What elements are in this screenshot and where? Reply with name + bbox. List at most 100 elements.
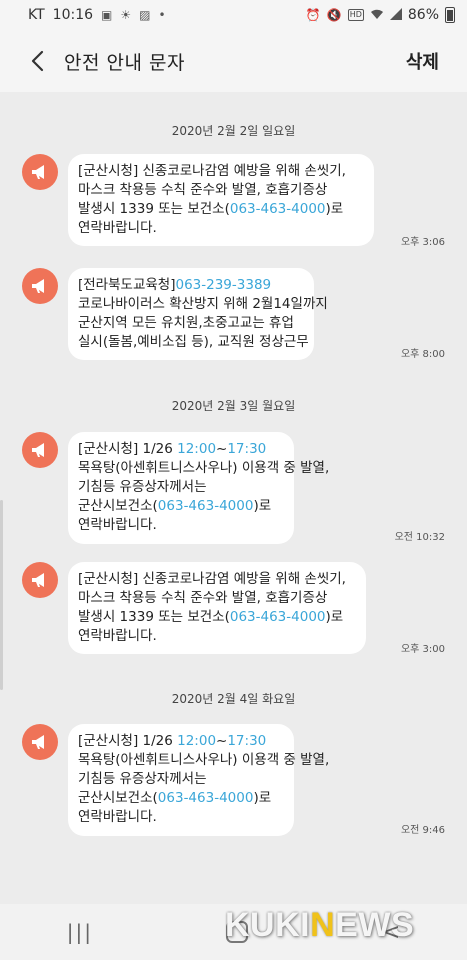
- recent-apps-icon[interactable]: |||: [67, 920, 93, 944]
- message-text: 연락바랍니다.: [78, 220, 157, 236]
- message-line: 실시(돌봄,예비소집 등), 교직원 정상근무: [78, 333, 309, 352]
- message-line: 목욕탕(아센휘트니스사우나) 이용객 중 발열,: [78, 751, 329, 770]
- message-text: )로: [253, 498, 272, 514]
- message-link[interactable]: 063-239-3389: [175, 277, 271, 293]
- chevron-left-icon: [31, 50, 44, 72]
- message-text: 실시(돌봄,예비소집 등), 교직원 정상근무: [78, 334, 309, 350]
- message-line: 연락바랍니다.: [78, 516, 284, 535]
- megaphone-icon: [22, 724, 58, 760]
- message-text: 연락바랍니다.: [78, 809, 157, 825]
- message-text: 군산시보건소(: [78, 498, 158, 514]
- message-bubble[interactable]: [군산시청] 신종코로나감염 예방을 위해 손씻기, 마스크 착용등 수칙 준수와…: [68, 154, 374, 246]
- message-timestamp: 오전 9:46: [400, 825, 445, 836]
- message-text: 코로나바이러스 확산방지 위해 2월14일까지: [78, 296, 328, 312]
- message-timestamp: 오전 10:32: [394, 532, 445, 543]
- message-link[interactable]: 12:00: [177, 733, 216, 749]
- message-line: [군산시청] 신종코로나감염 예방을 위해 손씻기,: [78, 162, 364, 181]
- message-text: [군산시청] 신종코로나감염 예방을 위해 손씻기,: [78, 571, 346, 587]
- message-text: 연락바랍니다.: [78, 517, 157, 533]
- message-link[interactable]: 17:30: [227, 733, 266, 749]
- delete-button[interactable]: 삭제: [406, 48, 439, 74]
- message-line: [군산시청] 1/26 12:00~17:30: [78, 440, 284, 459]
- message-line: 기침등 유증상자께서는: [78, 770, 284, 789]
- megaphone-icon: [22, 154, 58, 190]
- message-link[interactable]: 063-463-4000: [230, 201, 326, 217]
- message-line: 기침등 유증상자께서는: [78, 478, 284, 497]
- date-separator: 2020년 2월 3일 월요일: [171, 399, 296, 413]
- message-line: 목욕탕(아센휘트니스사우나) 이용객 중 발열,: [78, 459, 329, 478]
- message-timestamp: 오후 3:06: [400, 237, 445, 248]
- message-link[interactable]: 12:00: [177, 441, 216, 457]
- message-text: [전라북도교육청]: [78, 277, 176, 293]
- back-button[interactable]: [12, 30, 64, 92]
- message-line: 군산시보건소(063-463-4000)로: [78, 789, 284, 808]
- message-text: 마스크 착용등 수칙 준수와 발열, 호흡기증상: [78, 590, 328, 606]
- message-line: 마스크 착용등 수칙 준수와 발열, 호흡기증상: [78, 181, 364, 200]
- message-line: 연락바랍니다.: [78, 808, 284, 827]
- notification-icon: ▣: [101, 8, 113, 22]
- message-line: 코로나바이러스 확산방지 위해 2월14일까지: [78, 295, 328, 314]
- message-timestamp: 오후 8:00: [400, 349, 445, 360]
- status-bar: KT 10:16 ▣ ☀ ▨ • ⏰ 🔇 HD 86%: [0, 0, 467, 30]
- clock: 10:16: [52, 7, 94, 23]
- message-list[interactable]: 2020년 2월 2일 일요일 [군산시청] 신종코로나감염 예방을 위해 손씻기…: [0, 92, 467, 904]
- message-text: ~: [216, 441, 228, 457]
- message-item[interactable]: [전라북도교육청]063-239-3389 코로나바이러스 확산방지 위해 2월1…: [0, 268, 467, 360]
- alarm-icon: ⏰: [305, 8, 321, 22]
- message-line: 연락바랍니다.: [78, 219, 364, 238]
- battery-icon: [445, 7, 455, 23]
- message-text: 군산지역 모든 유치원,초중고교는 휴업: [78, 315, 294, 331]
- megaphone-icon: [22, 432, 58, 468]
- message-text: 발생시 1339 또는 보건소(: [78, 201, 230, 217]
- message-text: [군산시청] 1/26: [78, 733, 178, 749]
- mute-icon: 🔇: [326, 8, 342, 22]
- message-item[interactable]: [군산시청] 신종코로나감염 예방을 위해 손씻기, 마스크 착용등 수칙 준수와…: [0, 562, 467, 654]
- message-line: 군산지역 모든 유치원,초중고교는 휴업: [78, 314, 304, 333]
- message-text: )로: [325, 201, 344, 217]
- message-link[interactable]: 063-463-4000: [230, 609, 326, 625]
- message-text: 연락바랍니다.: [78, 628, 157, 644]
- message-text: 기침등 유증상자께서는: [78, 771, 207, 787]
- message-bubble[interactable]: [군산시청] 1/26 12:00~17:30 목욕탕(아센휘트니스사우나) 이용…: [68, 432, 329, 544]
- message-link[interactable]: 063-463-4000: [158, 498, 254, 514]
- message-text: )로: [325, 609, 344, 625]
- message-line: 발생시 1339 또는 보건소(063-463-4000)로: [78, 200, 364, 219]
- message-item[interactable]: [군산시청] 신종코로나감염 예방을 위해 손씻기, 마스크 착용등 수칙 준수와…: [0, 154, 467, 246]
- message-text: ~: [216, 733, 228, 749]
- message-link[interactable]: 063-463-4000: [158, 790, 254, 806]
- message-text: 목욕탕(아센휘트니스사우나) 이용객 중 발열,: [78, 752, 330, 768]
- message-line: 군산시보건소(063-463-4000)로: [78, 497, 284, 516]
- signal-icon: [389, 7, 402, 23]
- message-text: [군산시청] 1/26: [78, 441, 178, 457]
- scrollbar[interactable]: [0, 500, 3, 690]
- message-timestamp: 오후 3:00: [400, 644, 445, 655]
- app-header: 안전 안내 문자 삭제: [0, 30, 467, 92]
- message-text: 마스크 착용등 수칙 준수와 발열, 호흡기증상: [78, 182, 328, 198]
- message-bubble[interactable]: [군산시청] 1/26 12:00~17:30 목욕탕(아센휘트니스사우나) 이용…: [68, 724, 329, 836]
- message-item[interactable]: [군산시청] 1/26 12:00~17:30 목욕탕(아센휘트니스사우나) 이용…: [0, 724, 467, 836]
- message-text: [군산시청] 신종코로나감염 예방을 위해 손씻기,: [78, 163, 346, 179]
- message-line: 마스크 착용등 수칙 준수와 발열, 호흡기증상: [78, 589, 356, 608]
- date-separator: 2020년 2월 2일 일요일: [171, 124, 296, 138]
- message-line: 발생시 1339 또는 보건소(063-463-4000)로: [78, 608, 356, 627]
- carrier-label: KT: [28, 7, 45, 23]
- message-text: 군산시보건소(: [78, 790, 158, 806]
- message-line: [군산시청] 1/26 12:00~17:30: [78, 732, 284, 751]
- message-text: 발생시 1339 또는 보건소(: [78, 609, 230, 625]
- megaphone-icon: [22, 562, 58, 598]
- message-bubble[interactable]: [군산시청] 신종코로나감염 예방을 위해 손씻기, 마스크 착용등 수칙 준수와…: [68, 562, 366, 654]
- message-line: [군산시청] 신종코로나감염 예방을 위해 손씻기,: [78, 570, 356, 589]
- message-text: 기침등 유증상자께서는: [78, 479, 207, 495]
- message-bubble[interactable]: [전라북도교육청]063-239-3389 코로나바이러스 확산방지 위해 2월1…: [68, 268, 328, 360]
- message-text: 목욕탕(아센휘트니스사우나) 이용객 중 발열,: [78, 460, 330, 476]
- megaphone-icon: [22, 268, 58, 304]
- message-line: [전라북도교육청]063-239-3389: [78, 276, 304, 295]
- wifi-icon: [370, 8, 384, 23]
- hd-icon: HD: [347, 9, 364, 21]
- message-text: )로: [253, 790, 272, 806]
- message-line: 연락바랍니다.: [78, 627, 356, 646]
- battery-percent: 86%: [407, 7, 439, 23]
- sunrise-icon: ☀: [120, 8, 132, 22]
- message-link[interactable]: 17:30: [227, 441, 266, 457]
- watermark-logo: KUKINEWS: [225, 906, 415, 944]
